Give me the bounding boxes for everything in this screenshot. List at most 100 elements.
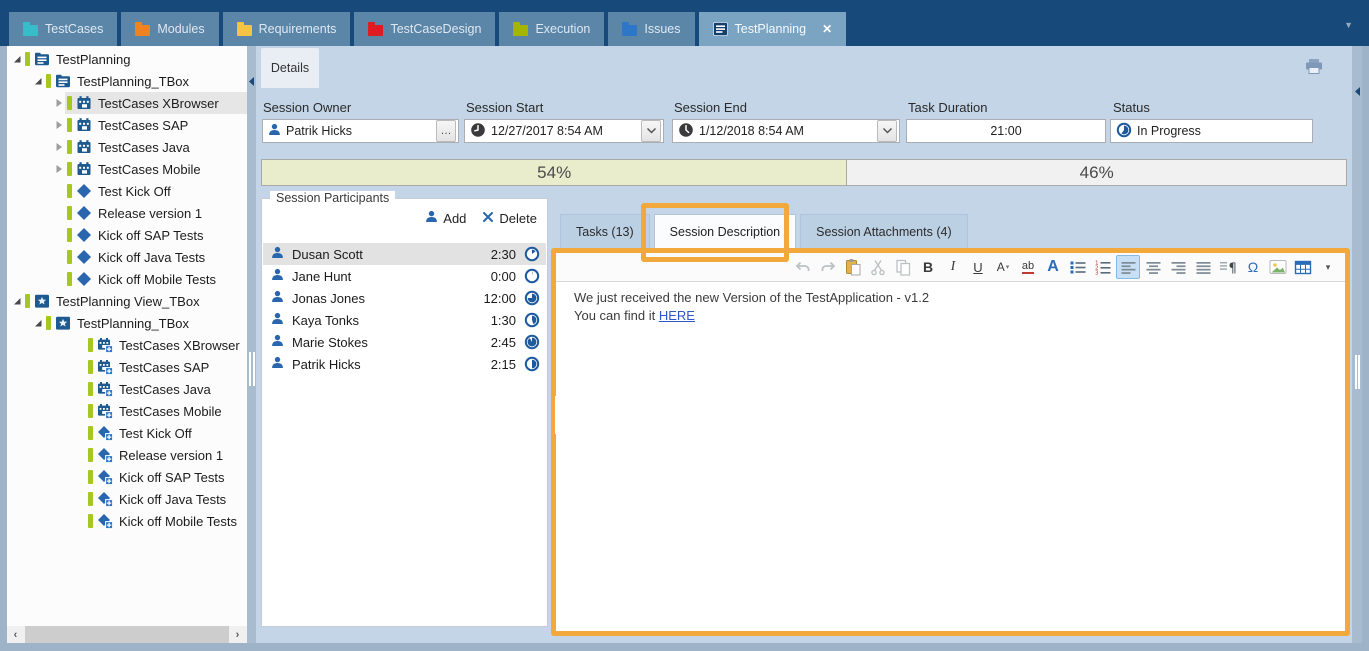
scroll-right-icon[interactable]: › [229, 626, 246, 643]
tree-item-kick-off-mobile-tests[interactable]: Kick off Mobile Tests [7, 510, 247, 532]
tree-expander-icon[interactable] [53, 141, 65, 153]
tree-item-testplanning-tbox[interactable]: TestPlanning_TBox [7, 312, 247, 334]
here-link[interactable]: HERE [659, 308, 695, 323]
highlight-button[interactable]: ab [1016, 255, 1040, 279]
tree-item-testplanning-view-tbox[interactable]: TestPlanning View_TBox [7, 290, 247, 312]
tree-expander-icon[interactable] [53, 119, 65, 131]
print-icon[interactable] [1304, 58, 1324, 75]
participant-row-kaya-tonks[interactable]: Kaya Tonks1:30 [263, 309, 546, 331]
copy-button[interactable] [891, 255, 915, 279]
align-left-button[interactable] [1116, 255, 1140, 279]
tree-item-kick-off-sap-tests[interactable]: Kick off SAP Tests [7, 224, 247, 246]
tab-session-description[interactable]: Session Description [654, 214, 796, 248]
top-tab-testcases[interactable]: TestCases [9, 12, 117, 46]
tree-item-testcases-sap[interactable]: TestCases SAP [7, 114, 247, 136]
participant-row-marie-stokes[interactable]: Marie Stokes2:45 [263, 331, 546, 353]
italic-button[interactable]: I [941, 255, 965, 279]
tree-item-kick-off-java-tests[interactable]: Kick off Java Tests [7, 488, 247, 510]
status-bar-icon [88, 470, 93, 484]
tree-splitter[interactable] [247, 46, 256, 643]
status-bar-icon [67, 272, 72, 286]
tree-item-release-version-1[interactable]: Release version 1 [7, 202, 247, 224]
tree-item-release-version-1[interactable]: Release version 1 [7, 444, 247, 466]
right-splitter[interactable] [1352, 46, 1362, 643]
tree-item-test-kick-off[interactable]: Test Kick Off [7, 422, 247, 444]
participant-row-dusan-scott[interactable]: Dusan Scott2:30 [263, 243, 546, 265]
status-input[interactable]: In Progress [1110, 119, 1313, 143]
tree-item-label: TestCases Java [119, 382, 211, 397]
paste-button[interactable] [841, 255, 865, 279]
undo-button[interactable] [791, 255, 815, 279]
tree-expander-icon[interactable] [32, 75, 44, 87]
insert-table-button[interactable] [1291, 255, 1315, 279]
align-center-button[interactable] [1141, 255, 1165, 279]
collapse-left-icon[interactable] [1354, 84, 1361, 102]
editor-content[interactable]: We just received the new Version of the … [556, 282, 1345, 631]
tree-item-testcases-xbrowser[interactable]: TestCases XBrowser [7, 92, 247, 114]
font-button[interactable]: A [1041, 255, 1065, 279]
session-end-input[interactable]: 1/12/2018 8:54 AM [672, 119, 900, 143]
font-color-button[interactable]: A▾ [991, 255, 1015, 279]
special-char-button[interactable]: Ω [1241, 255, 1265, 279]
numbered-list-button[interactable]: 123 [1091, 255, 1115, 279]
tree-item-testcases-xbrowser[interactable]: TestCases XBrowser [7, 334, 247, 356]
session-owner-input[interactable]: Patrik Hicks … [262, 119, 459, 143]
top-tab-modules[interactable]: Modules [121, 12, 218, 46]
tree-expander-icon[interactable] [11, 53, 23, 65]
tree-item-testplanning[interactable]: TestPlanning [7, 48, 247, 70]
tab-overflow-chevron-down-icon[interactable]: ▼ [1344, 20, 1353, 30]
tree-item-kick-off-java-tests[interactable]: Kick off Java Tests [7, 246, 247, 268]
paragraph-button[interactable]: ¶ [1216, 255, 1240, 279]
tab-details[interactable]: Details [261, 48, 319, 88]
close-icon[interactable]: ✕ [822, 22, 832, 36]
tree-expander-icon[interactable] [53, 97, 65, 109]
bullet-list-button[interactable] [1066, 255, 1090, 279]
collapse-left-icon[interactable] [248, 74, 255, 92]
tab-tasks-13[interactable]: Tasks (13) [560, 214, 650, 248]
scroll-left-icon[interactable]: ‹ [7, 626, 24, 643]
top-tab-testplanning[interactable]: TestPlanning✕ [699, 12, 847, 46]
tree-item-testcases-sap[interactable]: TestCases SAP [7, 356, 247, 378]
participant-row-jonas-jones[interactable]: Jonas Jones12:00 [263, 287, 546, 309]
redo-button[interactable] [816, 255, 840, 279]
scrollbar-thumb[interactable] [25, 626, 229, 643]
top-tab-issues[interactable]: Issues [608, 12, 694, 46]
tree-item-test-kick-off[interactable]: Test Kick Off [7, 180, 247, 202]
tree-expander-icon[interactable] [32, 317, 44, 329]
tree-item-kick-off-sap-tests[interactable]: Kick off SAP Tests [7, 466, 247, 488]
delete-participant-button[interactable]: Delete [482, 211, 537, 226]
task-duration-input[interactable]: 21:00 [906, 119, 1106, 143]
tree-item-testplanning-tbox[interactable]: TestPlanning_TBox [7, 70, 247, 92]
top-tab-requirements[interactable]: Requirements [223, 12, 351, 46]
status-value: In Progress [1137, 124, 1310, 138]
add-participant-button[interactable]: Add [425, 210, 466, 226]
tree-horizontal-scrollbar[interactable]: ‹ › [7, 626, 247, 643]
session-owner-browse-button[interactable]: … [436, 120, 456, 142]
tree-item-testcases-java[interactable]: TestCases Java [7, 136, 247, 158]
session-start-dropdown-button[interactable] [641, 120, 661, 142]
editor-splitter-grip[interactable] [555, 396, 557, 434]
star-icon [55, 315, 71, 331]
top-tab-testcasedesign[interactable]: TestCaseDesign [354, 12, 495, 46]
tree-item-testcases-java[interactable]: TestCases Java [7, 378, 247, 400]
session-end-value: 1/12/2018 8:54 AM [699, 124, 877, 138]
participant-row-patrik-hicks[interactable]: Patrik Hicks2:15 [263, 353, 546, 375]
tab-session-attachments-4[interactable]: Session Attachments (4) [800, 214, 967, 248]
tree-expander-icon[interactable] [53, 163, 65, 175]
cut-button[interactable] [866, 255, 890, 279]
session-end-dropdown-button[interactable] [877, 120, 897, 142]
tree-item-testcases-mobile[interactable]: TestCases Mobile [7, 158, 247, 180]
insert-image-button[interactable] [1266, 255, 1290, 279]
participant-time: 2:45 [491, 335, 516, 350]
underline-button[interactable]: U [966, 255, 990, 279]
tree-item-testcases-mobile[interactable]: TestCases Mobile [7, 400, 247, 422]
participant-row-jane-hunt[interactable]: Jane Hunt0:00 [263, 265, 546, 287]
tree-expander-icon[interactable] [11, 295, 23, 307]
session-start-input[interactable]: 12/27/2017 8:54 AM [464, 119, 664, 143]
top-tab-execution[interactable]: Execution [499, 12, 604, 46]
tree-item-kick-off-mobile-tests[interactable]: Kick off Mobile Tests [7, 268, 247, 290]
toolbar-more-button[interactable]: ▾ [1316, 255, 1340, 279]
bold-button[interactable]: B [916, 255, 940, 279]
align-right-button[interactable] [1166, 255, 1190, 279]
align-justify-button[interactable] [1191, 255, 1215, 279]
